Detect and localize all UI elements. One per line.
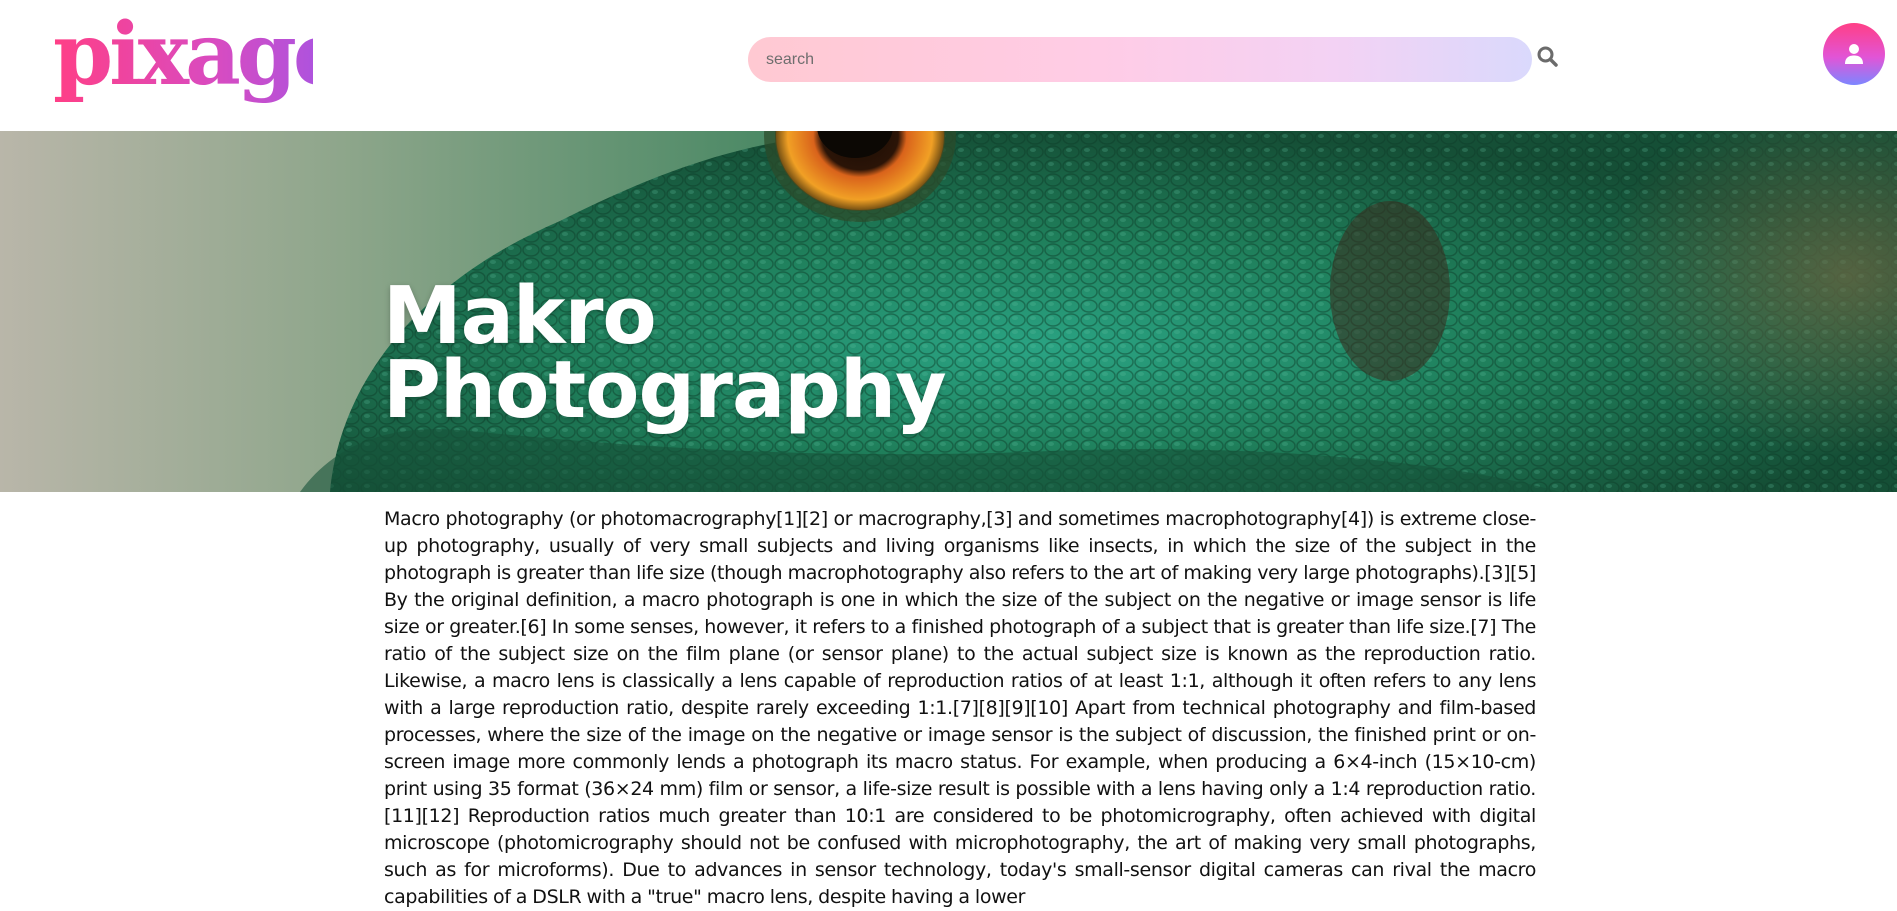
logo-wordmark: pixage — [53, 4, 348, 105]
article-body: Macro photography (or photomacrography[1… — [384, 508, 1536, 908]
pixage-logo[interactable]: pixage — [53, 4, 348, 114]
hero-image — [0, 131, 1897, 492]
search-icon[interactable] — [1536, 45, 1560, 69]
profile-button[interactable] — [1823, 23, 1885, 85]
search-input[interactable] — [748, 37, 1532, 82]
page-title-line2: Photography — [383, 344, 947, 436]
search-bar — [748, 37, 1532, 82]
page-title-line1: Makro — [383, 270, 657, 362]
svg-text:pixage: pixage — [53, 14, 313, 105]
hero-banner: Makro Photography — [0, 131, 1897, 492]
page-title: Makro Photography — [383, 270, 947, 436]
site-header: pixage — [0, 0, 1897, 131]
user-icon — [1845, 44, 1863, 64]
